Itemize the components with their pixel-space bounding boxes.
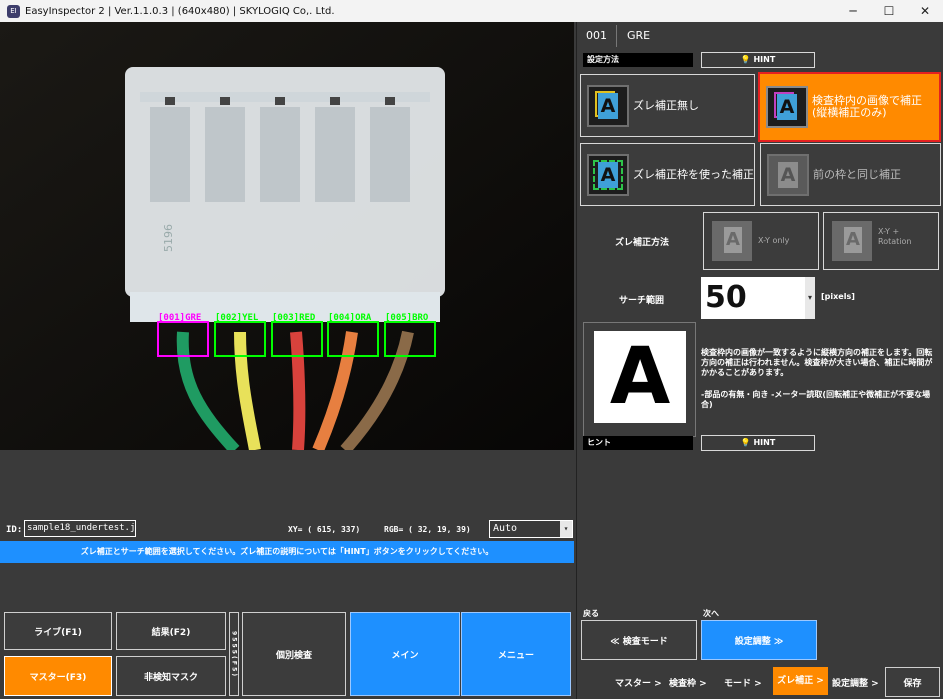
description-text: 検査枠内の画像が一致するように縦横方向の補正をします。回転方向の補正は行われませ… xyxy=(701,348,933,377)
left-pane: 5196 [001]GRE [002]YEL [003]RED [004]ORA [00… xyxy=(0,22,575,699)
method-rotation-label: X-Y + Rotation xyxy=(878,227,912,246)
crumb-master[interactable]: マスター > xyxy=(615,676,662,689)
inspection-frame-label: [004]ORA xyxy=(328,313,372,323)
app-icon: EI xyxy=(7,4,20,18)
hint-label: HINT xyxy=(753,438,776,447)
option-label: ズレ補正無し xyxy=(633,98,699,112)
mask-button[interactable]: 非検知マスク xyxy=(116,656,226,696)
correction-preview: A xyxy=(583,322,696,437)
method-xy-label: X-Y only xyxy=(758,236,790,245)
search-range-value: 50 xyxy=(705,280,747,315)
title-bar: EI EasyInspector 2 | Ver.1.1.0.3 | (640x… xyxy=(0,0,943,22)
option-label: 前の枠と同じ補正 xyxy=(813,167,901,181)
master-button[interactable]: マスター(F3) xyxy=(4,656,112,696)
id-input[interactable]: sample18_undertest.j xyxy=(24,520,136,537)
right-pane: 001 GRE 設定方法 💡 HINT A ズレ補正無し A 検査枠内の画像で補… xyxy=(576,22,943,699)
crumb-settings[interactable]: 設定調整 > xyxy=(832,676,879,689)
individual-inspection-button[interactable]: 個別検査 xyxy=(242,612,346,696)
id-label: ID: xyxy=(6,525,23,535)
hint-button-top[interactable]: 💡 HINT xyxy=(701,52,815,68)
chevron-down-icon[interactable]: ▾ xyxy=(560,521,572,537)
back-to-inspection-mode-button[interactable]: ≪ 検査モード xyxy=(581,620,697,660)
breadcrumb: マスター > 検査枠 > モード > ズレ補正 > 設定調整 > 保存 xyxy=(577,665,943,699)
option-label: 検査枠内の画像で補正 (縦横補正のみ) xyxy=(812,94,922,119)
save-button[interactable]: 保存 xyxy=(885,667,940,697)
camera-view[interactable]: 5196 [001]GRE [002]YEL [003]RED [004]ORA [00… xyxy=(0,22,574,450)
correction-none-icon: A xyxy=(587,84,629,127)
result-button[interactable]: 結果(F2) xyxy=(116,612,226,650)
option-label: ズレ補正枠を使った補正 xyxy=(633,167,754,181)
frame-id: 001 xyxy=(581,25,617,47)
search-range-input[interactable]: 50 ▾ xyxy=(701,277,815,319)
rotation-icon: A xyxy=(832,221,872,261)
correction-previous-icon: A xyxy=(767,153,809,196)
message-bar: ズレ補正とサーチ範囲を選択してください。ズレ補正の説明については「HINT」ボタ… xyxy=(0,541,574,563)
search-range-unit: [pixels] xyxy=(821,292,855,301)
connector-text: 5196 xyxy=(162,224,175,252)
crumb-correction[interactable]: ズレ補正 > xyxy=(773,667,828,695)
option-same-as-previous[interactable]: A 前の枠と同じ補正 xyxy=(760,143,941,206)
vertical-f5-button[interactable]: 9 5 5 5 ( F 5 ) xyxy=(229,612,239,696)
rgb-readout: RGB= ( 32, 19, 39) xyxy=(384,525,471,534)
method-rotation-button[interactable]: A X-Y + Rotation xyxy=(823,212,939,270)
main-button[interactable]: メイン xyxy=(350,612,460,696)
camera-image: 5196 [001]GRE [002]YEL [003]RED [004]ORA [00… xyxy=(0,22,574,450)
menu-button[interactable]: メニュー xyxy=(461,612,571,696)
setting-method-label: 設定方法 xyxy=(583,53,693,67)
search-range-label: サーチ範囲 xyxy=(619,296,665,306)
xy-only-icon: A xyxy=(712,221,752,261)
method-label: ズレ補正方法 xyxy=(615,238,670,248)
description-usage: -部品の有無・向き -メーター読取(回転補正や微補正が不要な場合) xyxy=(701,390,931,409)
window-title: EasyInspector 2 | Ver.1.1.0.3 | (640x480… xyxy=(25,5,335,17)
inspection-frame-label: [005]BRO xyxy=(385,313,429,323)
minimize-button[interactable]: ─ xyxy=(835,0,871,22)
option-image-correction[interactable]: A 検査枠内の画像で補正 (縦横補正のみ) xyxy=(758,72,941,142)
frame-name: GRE xyxy=(627,29,651,42)
mode-select-value: Auto xyxy=(493,523,518,534)
inspection-frame-label: [002]YEL xyxy=(215,313,259,323)
hint-button-bottom[interactable]: 💡 HINT xyxy=(701,435,815,451)
hint-section-label: ヒント xyxy=(583,436,693,450)
correction-image-icon: A xyxy=(766,86,808,128)
maximize-button[interactable]: ☐ xyxy=(871,0,907,22)
xy-readout: XY= ( 615, 337) xyxy=(288,525,361,534)
crumb-frame[interactable]: 検査枠 > xyxy=(669,676,707,689)
live-button[interactable]: ライブ(F1) xyxy=(4,612,112,650)
correction-frame-icon: A xyxy=(587,153,629,196)
hint-label: HINT xyxy=(753,55,776,64)
next-label: 次へ xyxy=(703,609,719,618)
close-button[interactable]: ✕ xyxy=(907,0,943,22)
method-xy-button[interactable]: A X-Y only xyxy=(703,212,819,270)
next-settings-button[interactable]: 設定調整 ≫ xyxy=(701,620,817,660)
chevron-down-icon[interactable]: ▾ xyxy=(805,277,815,319)
mode-select[interactable]: Auto ▾ xyxy=(489,520,573,538)
option-frame-correction[interactable]: A ズレ補正枠を使った補正 xyxy=(580,143,755,206)
back-label: 戻る xyxy=(583,609,599,618)
crumb-mode[interactable]: モード > xyxy=(724,676,762,689)
inspection-frame-label: [003]RED xyxy=(272,313,316,323)
option-no-correction[interactable]: A ズレ補正無し xyxy=(580,74,755,137)
preview-letter-icon: A xyxy=(594,331,686,423)
inspection-frame-label: [001]GRE xyxy=(158,313,201,323)
